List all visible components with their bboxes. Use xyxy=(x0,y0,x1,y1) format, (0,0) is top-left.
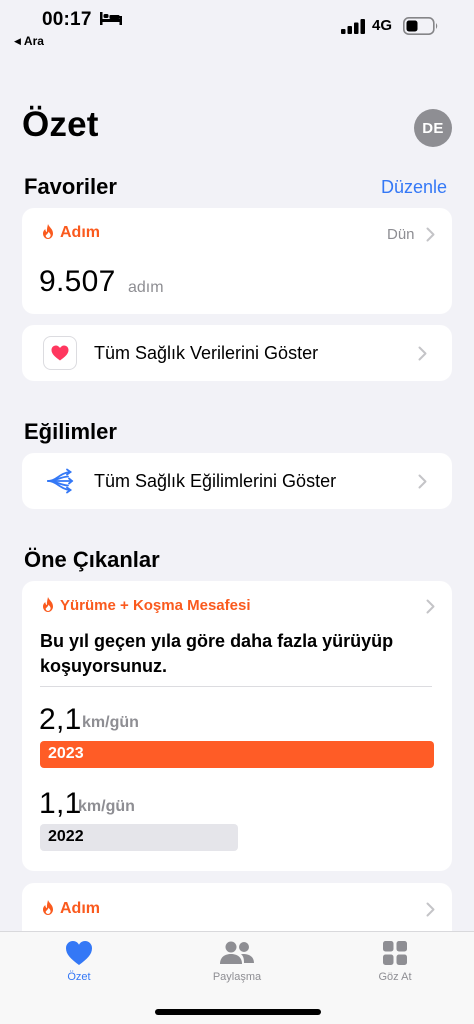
tab-browse[interactable]: Göz At xyxy=(345,940,445,983)
next-card-label: Adım xyxy=(60,900,100,917)
profile-avatar[interactable]: DE xyxy=(414,109,452,147)
walking-running-highlight-card[interactable]: Yürüme + Koşma Mesafesi Bu yıl geçen yıl… xyxy=(22,581,452,871)
steps-card-label: Adım xyxy=(60,224,100,241)
current-year-bar: 2023 xyxy=(40,741,434,768)
steps-card-date: Dün xyxy=(387,226,415,243)
flame-icon xyxy=(43,900,53,915)
trends-section-title: Eğilimler xyxy=(24,419,117,444)
chevron-right-icon xyxy=(418,474,427,489)
flame-icon xyxy=(43,597,53,612)
next-card-header: Adım xyxy=(42,900,100,918)
flame-icon xyxy=(43,224,53,239)
previous-year-bar: 2022 xyxy=(40,824,238,851)
show-all-trends-label: Tüm Sağlık Eğilimlerini Göster xyxy=(94,471,337,491)
show-all-health-data-row[interactable]: Tüm Sağlık Verilerini Göster xyxy=(22,325,452,381)
highlights-section-title: Öne Çıkanlar xyxy=(24,547,160,572)
previous-year-label: 2022 xyxy=(48,828,84,845)
show-all-health-data-label: Tüm Sağlık Verilerini Göster xyxy=(94,343,319,363)
steps-unit: adım xyxy=(128,279,164,296)
previous-year-value: 1,1 xyxy=(39,787,82,820)
tab-summary-label: Özet xyxy=(67,971,91,983)
favorites-section-title: Favoriler xyxy=(24,174,117,199)
cellular-signal-icon xyxy=(341,19,365,34)
tab-sharing[interactable]: Paylaşma xyxy=(187,940,287,983)
highlight-description: Bu yıl geçen yıla göre daha fazla yürüyü… xyxy=(40,631,394,676)
back-triangle-icon: ◀ xyxy=(14,36,21,46)
steps-card-header: Adım xyxy=(42,224,100,242)
chevron-right-icon xyxy=(426,227,435,242)
highlight-card-header: Yürüme + Koşma Mesafesi xyxy=(42,597,251,614)
divider xyxy=(40,686,432,687)
current-year-unit: km/gün xyxy=(82,714,139,731)
back-app-label: Ara xyxy=(23,34,44,48)
highlight-card-label: Yürüme + Koşma Mesafesi xyxy=(60,597,251,614)
status-bar: 00:17 ◀ Ara 4G xyxy=(0,0,474,56)
current-year-label: 2023 xyxy=(48,745,84,762)
trends-icon xyxy=(47,468,74,494)
tab-sharing-label: Paylaşma xyxy=(212,971,262,983)
health-app-icon xyxy=(43,336,77,370)
chevron-right-icon xyxy=(426,902,435,917)
steps-favorite-card[interactable]: Adım Dün 9.507 adım xyxy=(22,208,452,314)
show-all-trends-row[interactable]: Tüm Sağlık Eğilimlerini Göster xyxy=(22,453,452,509)
page-title: Özet xyxy=(22,105,99,144)
steps-value: 9.507 xyxy=(39,265,116,298)
previous-year-unit: km/gün xyxy=(78,798,135,815)
heart-icon xyxy=(66,941,92,965)
edit-favorites-button[interactable]: Düzenle xyxy=(381,177,447,198)
chevron-right-icon xyxy=(418,346,427,361)
status-time: 00:17 xyxy=(42,9,92,30)
network-type: 4G xyxy=(372,17,393,34)
home-indicator xyxy=(155,1009,321,1015)
tab-browse-label: Göz At xyxy=(378,971,412,983)
tab-summary[interactable]: Özet xyxy=(29,940,129,983)
bed-icon xyxy=(100,12,122,25)
battery-icon xyxy=(403,17,438,35)
people-icon xyxy=(220,941,254,964)
back-to-app-link[interactable]: ◀ Ara xyxy=(14,34,44,48)
grid-icon xyxy=(383,941,407,965)
chevron-right-icon xyxy=(426,599,435,614)
current-year-value: 2,1 xyxy=(39,703,82,736)
